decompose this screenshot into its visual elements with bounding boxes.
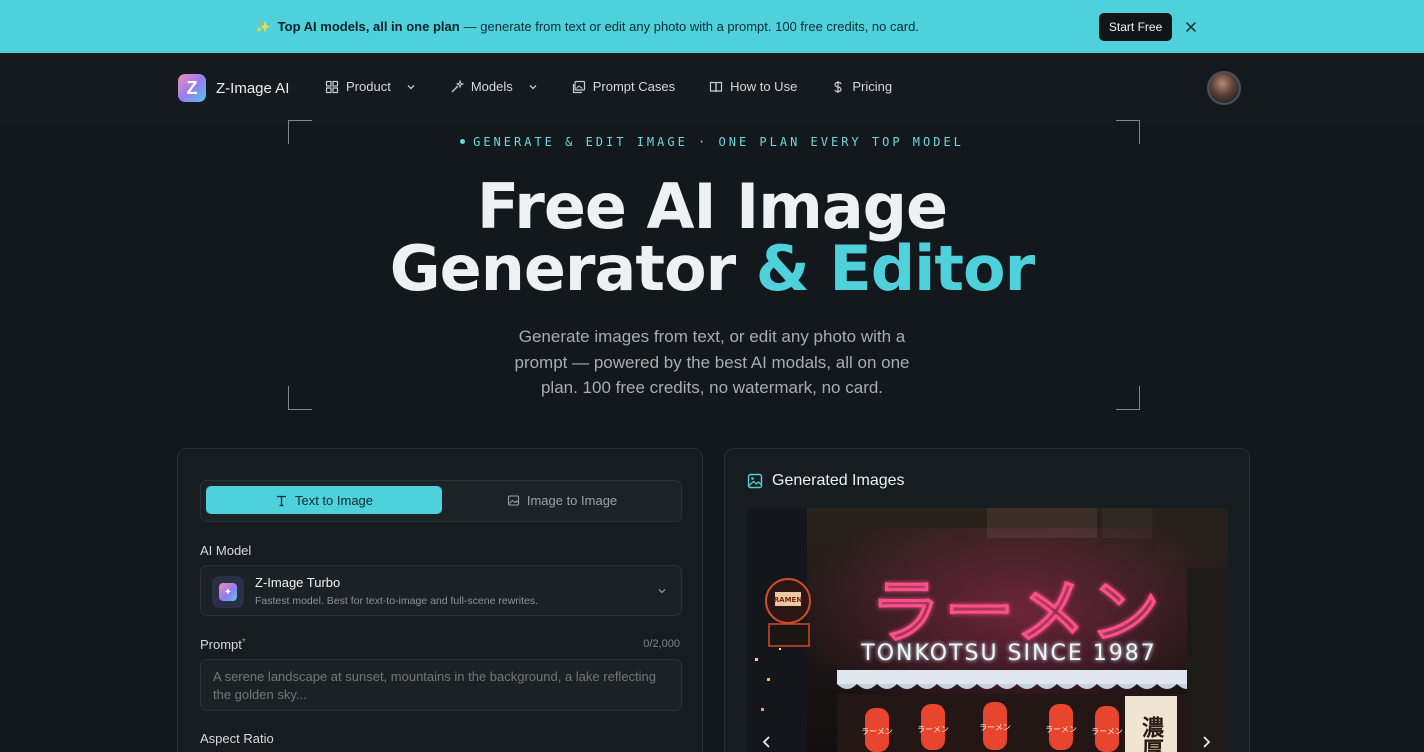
hero-title-accent: & Editor bbox=[755, 232, 1035, 305]
eyebrow-text: GENERATE & EDIT IMAGE · ONE PLAN EVERY T… bbox=[473, 135, 964, 149]
model-name: Z-Image Turbo bbox=[255, 575, 341, 590]
sparkle-wand-icon bbox=[451, 79, 464, 92]
aspect-ratio-label: Aspect Ratio bbox=[200, 731, 274, 746]
dot-icon bbox=[460, 138, 466, 144]
banner-text: — generate from text or edit any photo w… bbox=[463, 19, 919, 34]
hero-eyebrow: GENERATE & EDIT IMAGE · ONE PLAN EVERY T… bbox=[0, 135, 1424, 149]
generated-image-preview[interactable]: RAMEN ラーメン TONKOTSU SINCE 1987 ラーメン ラーメン… bbox=[747, 508, 1228, 752]
chevron-down-icon bbox=[407, 84, 415, 89]
model-select[interactable]: ✦ Z-Image Turbo Fastest model. Best for … bbox=[200, 565, 682, 616]
nav-item-label: Product bbox=[346, 79, 391, 94]
shop-sign-text: TONKOTSU SINCE 1987 bbox=[860, 641, 1156, 666]
frame-corner bbox=[288, 386, 312, 410]
tab-text-to-image[interactable]: Text to Image bbox=[206, 486, 442, 514]
banner-message: ✨ Top AI models, all in one plan — gener… bbox=[256, 19, 919, 34]
tab-image-to-image[interactable]: Image to Image bbox=[444, 486, 680, 514]
announcement-banner: ✨ Top AI models, all in one plan — gener… bbox=[0, 0, 1424, 53]
text-icon bbox=[276, 495, 286, 506]
nav-item-how-to-use[interactable]: How to Use bbox=[709, 79, 797, 94]
small-sign-text: RAMEN bbox=[774, 596, 803, 604]
nav-item-product[interactable]: Product bbox=[325, 79, 416, 94]
brand-name: Z-Image AI bbox=[216, 79, 290, 97]
model-description: Fastest model. Best for text-to-image an… bbox=[255, 595, 539, 607]
hero-title-line-2: Generator & Editor bbox=[0, 232, 1424, 305]
start-free-button[interactable]: Start Free bbox=[1098, 12, 1173, 41]
side-kanji-text: 濃厚 bbox=[1138, 716, 1164, 752]
nav-item-prompt-cases[interactable]: Prompt Cases bbox=[572, 79, 675, 94]
lantern-text: ラーメン bbox=[979, 723, 1011, 732]
frame-corner bbox=[1116, 386, 1140, 410]
hero-title-plain: Generator bbox=[389, 232, 756, 305]
generator-panel: Text to Image Image to Image AI Model ✦ … bbox=[177, 448, 703, 752]
chevron-down-icon bbox=[529, 84, 537, 89]
nav-item-label: How to Use bbox=[730, 79, 798, 94]
brand-logo[interactable]: Z Z-Image AI bbox=[178, 74, 289, 102]
close-icon[interactable] bbox=[1184, 20, 1198, 34]
top-nav: Z Z-Image AI Product Models Prompt Cases… bbox=[0, 53, 1424, 123]
image-icon bbox=[507, 494, 519, 506]
tab-label: Image to Image bbox=[526, 492, 618, 508]
sparkles-icon: ✨ bbox=[255, 19, 271, 34]
nav-item-pricing[interactable]: Pricing bbox=[831, 79, 892, 94]
nav-item-label: Pricing bbox=[852, 79, 893, 94]
prompt-input[interactable] bbox=[200, 659, 682, 711]
generated-images-title: Generated Images bbox=[772, 472, 905, 489]
nav-item-label: Prompt Cases bbox=[592, 79, 676, 94]
ai-model-label: AI Model bbox=[200, 543, 252, 558]
gallery-icon bbox=[572, 80, 585, 93]
lantern-text: ラーメン bbox=[861, 727, 893, 736]
user-avatar[interactable] bbox=[1207, 71, 1241, 105]
dollar-icon bbox=[834, 80, 842, 93]
required-mark: * bbox=[241, 637, 246, 648]
chevron-right-icon[interactable] bbox=[1198, 734, 1214, 750]
generated-images-panel: Generated Images RAMEN ラーメン TONKOTSU SIN… bbox=[724, 448, 1250, 752]
nav-item-models[interactable]: Models bbox=[450, 79, 538, 94]
chevron-left-icon[interactable] bbox=[759, 734, 775, 750]
image-icon bbox=[747, 473, 763, 489]
grid-icon bbox=[325, 80, 339, 93]
tab-label: Text to Image bbox=[294, 492, 374, 508]
prompt-char-counter: 0/2,000 bbox=[643, 638, 680, 650]
book-icon bbox=[710, 81, 723, 92]
hero-subtitle: Generate images from text, or edit any p… bbox=[514, 327, 910, 397]
logo-icon: Z bbox=[178, 74, 206, 102]
chevron-down-icon bbox=[658, 589, 666, 594]
model-logo-icon: ✦ bbox=[212, 576, 244, 608]
ramen-shop-image: RAMEN ラーメン TONKOTSU SINCE 1987 ラーメン ラーメン… bbox=[747, 508, 1228, 752]
prompt-label: Prompt* bbox=[200, 637, 246, 652]
lantern-text: ラーメン bbox=[917, 725, 949, 734]
mode-tabs: Text to Image Image to Image bbox=[200, 480, 682, 522]
lantern-text: ラーメン bbox=[1045, 725, 1077, 734]
prompt-label-text: Prompt bbox=[200, 637, 242, 652]
banner-bold-text: Top AI models, all in one plan bbox=[277, 19, 460, 34]
generated-images-header: Generated Images bbox=[747, 472, 905, 490]
lantern-text: ラーメン bbox=[1091, 727, 1123, 736]
nav-item-label: Models bbox=[470, 79, 513, 94]
